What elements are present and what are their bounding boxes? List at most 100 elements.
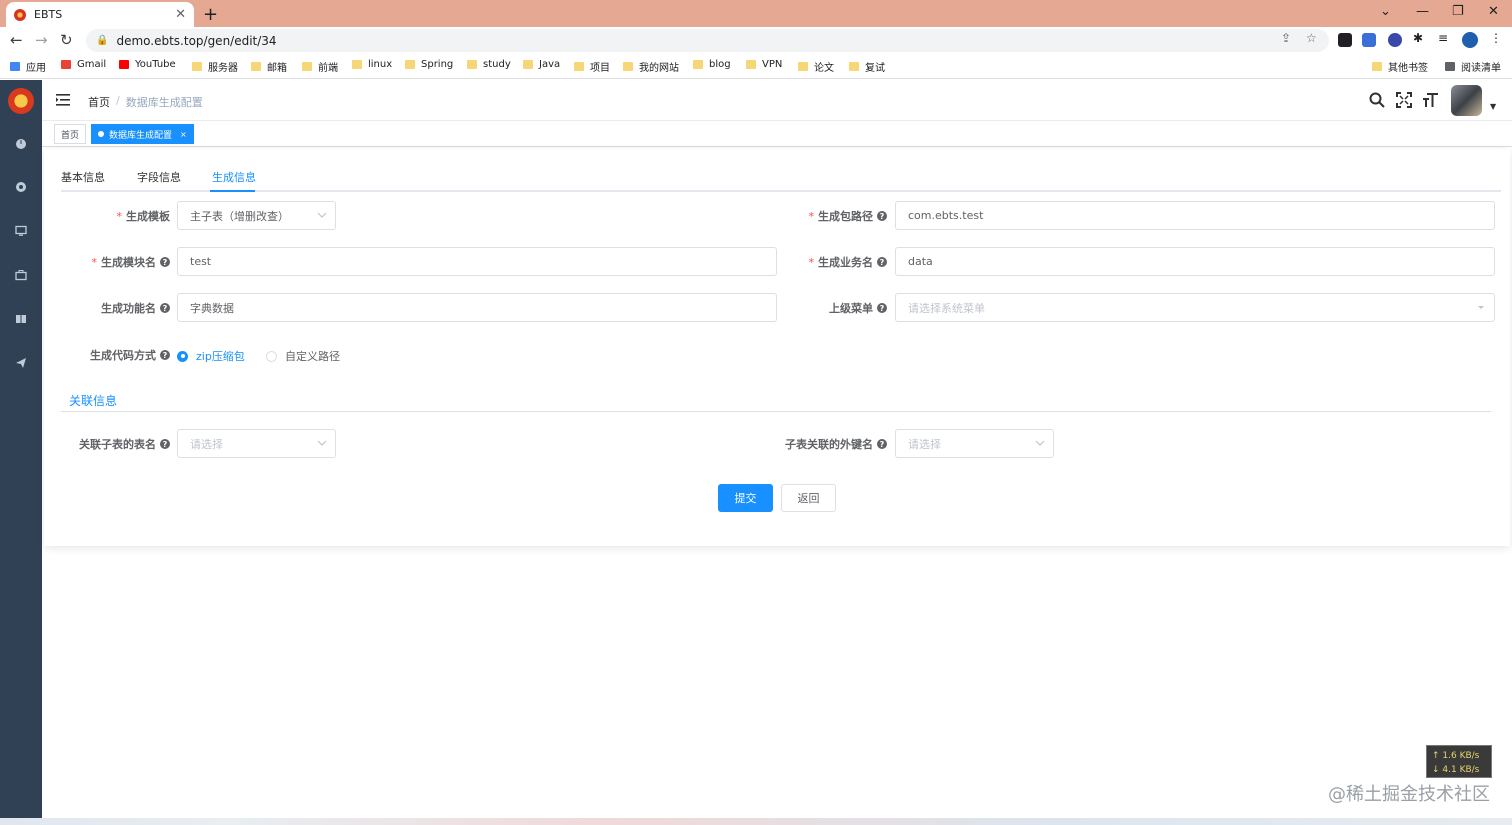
fullscreen-icon[interactable] [1395, 91, 1413, 109]
back-button[interactable]: 返回 [781, 484, 836, 512]
business-input[interactable]: data [895, 247, 1495, 276]
search-icon[interactable] [1368, 91, 1386, 109]
bookmark-youtube[interactable]: YouTube [119, 59, 176, 70]
bookmark-apps[interactable]: 应用 [10, 59, 46, 74]
sidebar-item-monitor[interactable] [14, 224, 28, 238]
back-icon[interactable]: ← [10, 31, 23, 49]
radio-zip[interactable]: zip压缩包 [177, 348, 245, 364]
bookmark-gmail[interactable]: Gmail [61, 59, 106, 70]
extensions-puzzle-icon[interactable]: ✱ [1413, 31, 1423, 45]
bookmark-folder[interactable]: 前端 [302, 59, 338, 74]
bookmark-folder[interactable]: linux [352, 59, 392, 70]
bookmark-folder[interactable]: VPN [746, 59, 782, 70]
help-icon[interactable]: ? [877, 439, 887, 449]
active-dot-icon [98, 131, 104, 137]
bookmark-folder[interactable]: blog [693, 59, 731, 70]
extension-2-icon[interactable] [1362, 33, 1376, 47]
avatar[interactable] [1451, 85, 1482, 116]
font-size-icon[interactable] [1422, 91, 1440, 109]
folder-icon [251, 62, 261, 71]
tag-active[interactable]: 数据库生成配置 × [91, 124, 194, 144]
close-window-icon[interactable]: ✕ [1488, 4, 1499, 19]
bookmark-folder[interactable]: Java [523, 59, 560, 70]
address-bar[interactable]: 🔒 demo.ebts.top/gen/edit/34 [86, 29, 1329, 52]
help-icon[interactable]: ? [160, 257, 170, 267]
close-icon[interactable]: × [180, 130, 187, 139]
new-tab-icon[interactable]: + [203, 4, 218, 25]
radio-label: zip压缩包 [196, 350, 245, 363]
restore-icon[interactable]: ❐ [1452, 4, 1464, 19]
help-icon[interactable]: ? [160, 439, 170, 449]
download-speed: ↓ 4.1 KB/s [1432, 765, 1480, 775]
input-value: test [190, 255, 212, 268]
main-content: 基本信息 字段信息 生成信息 * 生成模板 主子表（增删改查） * 生成包路径? c… [42, 147, 1512, 825]
bookmark-folder[interactable]: 复试 [849, 59, 885, 74]
help-icon[interactable]: ? [160, 350, 170, 360]
bookmark-label: 应用 [26, 63, 46, 74]
tag-home[interactable]: 首页 [54, 124, 87, 144]
parent-menu-select[interactable]: 请选择系统菜单 [895, 293, 1495, 322]
bookmark-star-icon[interactable]: ☆ [1306, 31, 1317, 45]
bookmark-folder[interactable]: 项目 [574, 59, 610, 74]
bookmark-label: Spring [421, 59, 454, 70]
submit-button[interactable]: 提交 [718, 484, 773, 512]
tpl-select[interactable]: 主子表（增删改查） [177, 201, 336, 230]
chevron-down-icon[interactable]: ▼ [1490, 102, 1496, 111]
profile-avatar-icon[interactable] [1462, 32, 1478, 48]
radio-custom-path[interactable]: 自定义路径 [266, 348, 340, 364]
bookmarks-bar: 应用 Gmail YouTube 服务器 邮箱 前端 linux Spring … [0, 54, 1512, 79]
reading-list[interactable]: 阅读清单 [1445, 59, 1501, 74]
bookmark-folder[interactable]: 我的网站 [623, 59, 679, 74]
sidebar-item-dashboard[interactable] [14, 136, 28, 150]
package-input[interactable]: com.ebts.test [895, 201, 1495, 230]
folder-icon [849, 62, 859, 71]
folder-icon [574, 62, 584, 71]
folder-icon [352, 60, 362, 69]
sidebar-item-system[interactable] [14, 180, 28, 194]
folder-icon [405, 60, 415, 69]
sidebar-item-send[interactable] [14, 356, 28, 370]
browser-tab[interactable]: EBTS ✕ [6, 2, 194, 27]
bookmark-folder[interactable]: study [467, 59, 511, 70]
bookmark-folder[interactable]: 论文 [798, 59, 834, 74]
other-bookmarks[interactable]: 其他书签 [1372, 59, 1428, 74]
function-input[interactable]: 字典数据 [177, 293, 777, 322]
app-logo[interactable] [8, 88, 34, 114]
bookmark-folder[interactable]: Spring [405, 59, 453, 70]
sidebar-item-docs[interactable] [14, 312, 28, 326]
active-tab-indicator [210, 190, 255, 192]
help-icon[interactable]: ? [877, 303, 887, 313]
help-icon[interactable]: ? [160, 303, 170, 313]
bookmark-folder[interactable]: 服务器 [192, 59, 238, 74]
chevron-down-icon [1035, 440, 1045, 446]
sidebar-item-tools[interactable] [14, 268, 28, 282]
breadcrumb-home[interactable]: 首页 [88, 94, 110, 110]
hamburger-icon[interactable] [56, 94, 70, 106]
minimize-icon[interactable]: — [1416, 4, 1429, 19]
gmail-icon [61, 60, 71, 69]
share-icon[interactable]: ⇪ [1281, 31, 1291, 45]
folder-icon [192, 62, 202, 71]
tab-field-info[interactable]: 字段信息 [137, 169, 181, 185]
folder-icon [302, 62, 312, 71]
forward-icon[interactable]: → [35, 31, 48, 49]
menu-kebab-icon[interactable]: ⋮ [1490, 31, 1502, 45]
extension-1-icon[interactable] [1338, 33, 1352, 47]
bookmark-folder[interactable]: 邮箱 [251, 59, 287, 74]
fk-select[interactable]: 请选择 [895, 429, 1054, 458]
tab-basic-info[interactable]: 基本信息 [61, 169, 105, 185]
tab-search-icon[interactable]: ⌄ [1380, 4, 1391, 19]
close-tab-icon[interactable]: ✕ [175, 7, 186, 22]
help-icon[interactable]: ? [877, 257, 887, 267]
tab-gen-info[interactable]: 生成信息 [212, 169, 256, 185]
reading-list-icon[interactable]: ≡ [1438, 31, 1448, 45]
bookmark-label: 其他书签 [1388, 63, 1428, 74]
module-input[interactable]: test [177, 247, 777, 276]
reload-icon[interactable]: ↻ [60, 31, 73, 49]
sub-table-select[interactable]: 请选择 [177, 429, 336, 458]
required-mark: * [116, 209, 123, 223]
label-text: 子表关联的外键名 [785, 438, 873, 451]
help-icon[interactable]: ? [877, 211, 887, 221]
extension-3-icon[interactable] [1388, 33, 1402, 47]
tags-view: 首页 数据库生成配置 × [42, 121, 1512, 147]
